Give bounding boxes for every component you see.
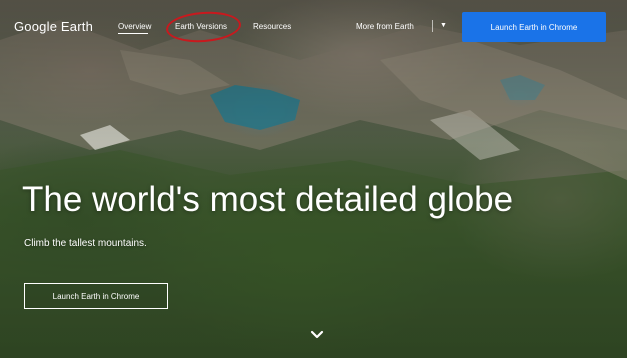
chevron-down-icon[interactable]: ▼ (440, 22, 447, 29)
google-earth-logo[interactable]: Google Earth (14, 19, 93, 34)
hero-subhead: Climb the tallest mountains. (24, 238, 147, 249)
scroll-down-chevron-icon[interactable] (308, 326, 326, 344)
nav-divider (432, 20, 433, 32)
nav-more-from-earth[interactable]: More from Earth (356, 22, 414, 31)
google-earth-landing-page: Google Earth Overview Earth Versions Res… (0, 0, 627, 358)
launch-earth-button-header[interactable]: Launch Earth in Chrome (462, 12, 606, 42)
nav-resources[interactable]: Resources (253, 22, 291, 31)
launch-earth-button-hero[interactable]: Launch Earth in Chrome (24, 283, 168, 309)
top-navigation: Google Earth Overview Earth Versions Res… (0, 0, 627, 52)
hero-headline: The world's most detailed globe (22, 180, 514, 219)
nav-overview[interactable]: Overview (118, 22, 151, 31)
active-tab-indicator (118, 33, 148, 34)
red-highlight-circle (165, 9, 242, 45)
